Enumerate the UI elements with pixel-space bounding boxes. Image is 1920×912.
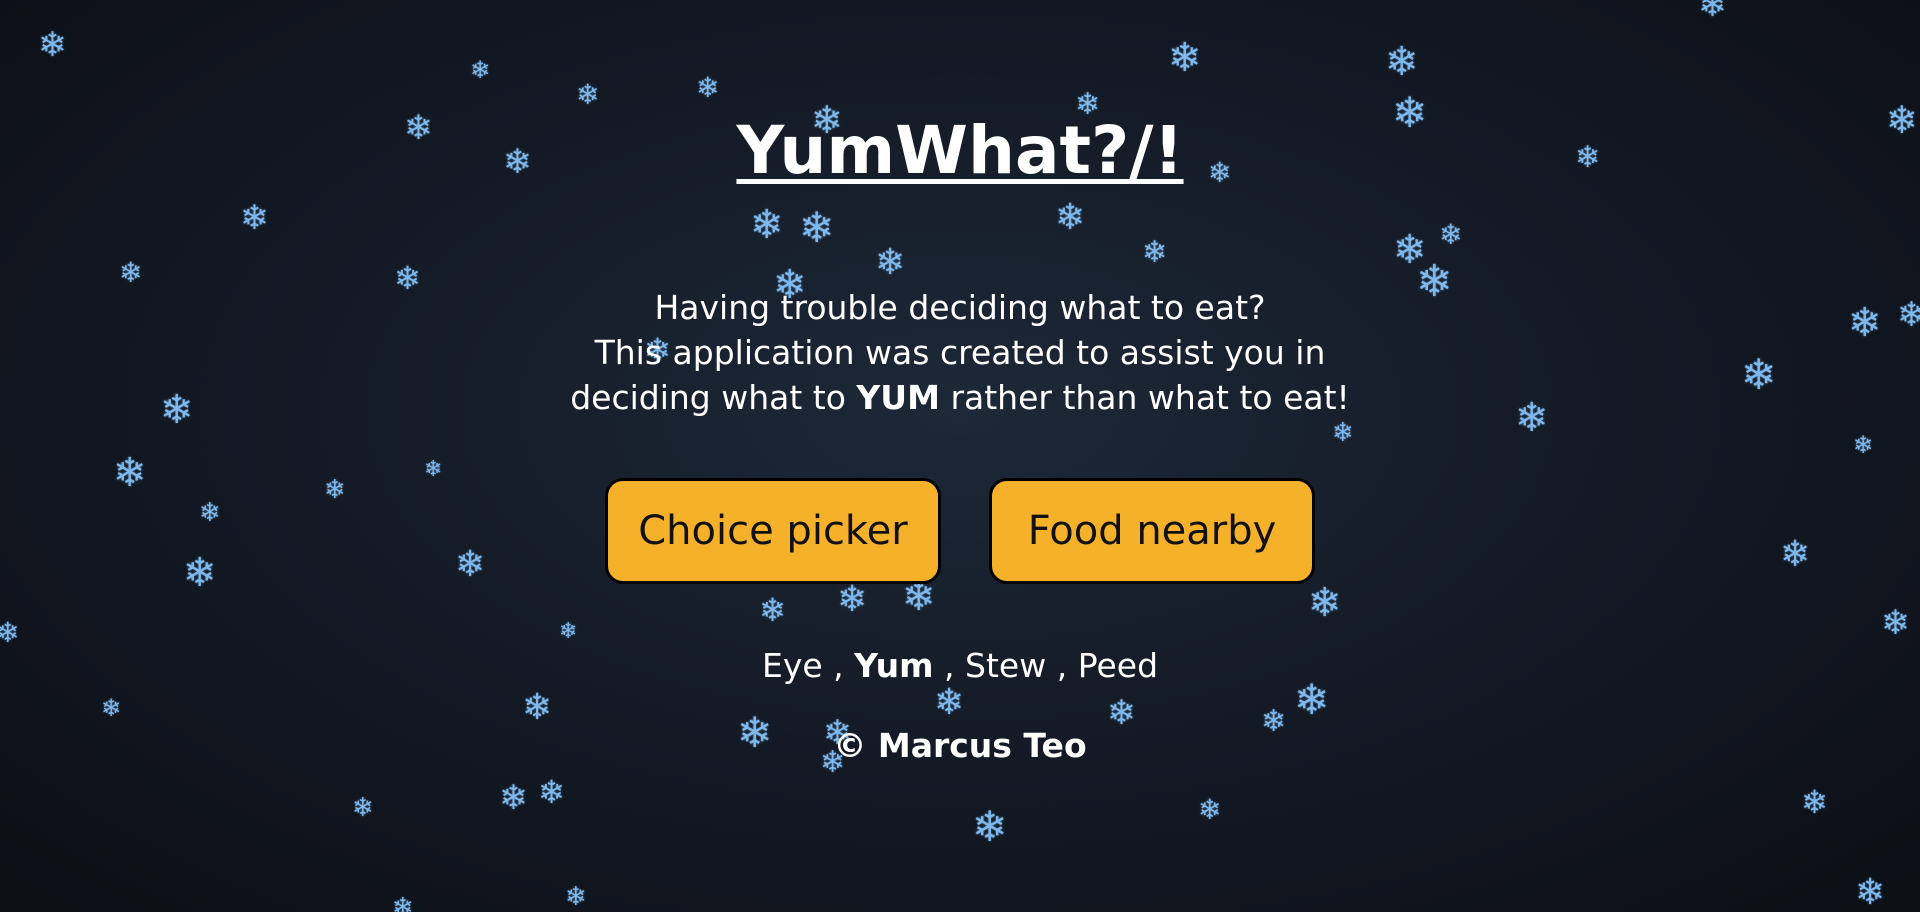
tagline-word-stew: Stew: [965, 646, 1047, 685]
tagline-separator: ,: [944, 646, 955, 685]
copyright-notice: © Marcus Teo: [833, 726, 1087, 765]
action-buttons: Choice picker Food nearby: [0, 478, 1920, 584]
intro-yum-emphasis: YUM: [856, 378, 940, 417]
tagline-separator: ,: [833, 646, 844, 685]
choice-picker-button[interactable]: Choice picker: [605, 478, 941, 584]
intro-line-3: deciding what to YUM rather than what to…: [0, 375, 1920, 420]
intro-line-2: This application was created to assist y…: [594, 333, 1326, 372]
app-title: YumWhat?/!: [736, 112, 1184, 189]
main-content: YumWhat?/! Having trouble deciding what …: [0, 0, 1920, 912]
intro-line-3-end: rather than what to eat!: [950, 378, 1350, 417]
intro-line-1: Having trouble deciding what to eat?: [654, 288, 1266, 327]
food-nearby-button[interactable]: Food nearby: [989, 478, 1315, 584]
tagline-word-yum: Yum: [854, 646, 934, 685]
tagline-word-eye: Eye: [761, 646, 823, 685]
tagline-separator: ,: [1056, 646, 1068, 685]
tagline-word-peed: Peed: [1077, 646, 1159, 685]
intro-line-3-start: deciding what to: [570, 378, 846, 417]
intro-text: Having trouble deciding what to eat? Thi…: [0, 285, 1920, 420]
tagline: Eye , Yum , Stew , Peed: [0, 646, 1920, 685]
